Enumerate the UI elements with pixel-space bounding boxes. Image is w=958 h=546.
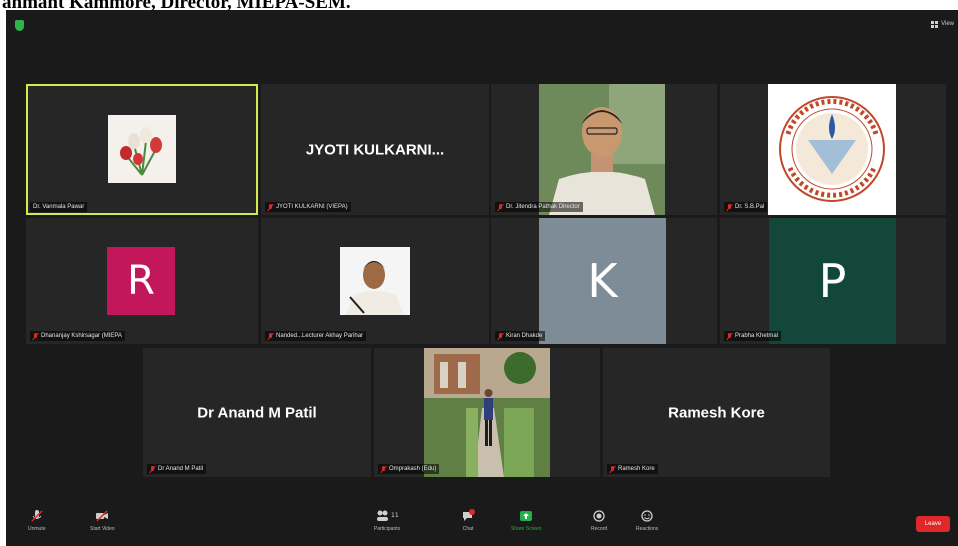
share-screen-label: Share Screen <box>511 526 542 532</box>
participant-tile-dhananjay-kshirsagar[interactable]: R Dhananjay Kshirsagar (MIEPA <box>26 218 258 344</box>
view-button[interactable]: View <box>931 18 954 30</box>
participant-name: Dr. S.B.Pal <box>735 204 765 210</box>
participant-nameplate: Dhananjay Kshirsagar (MIEPA <box>30 331 125 341</box>
participant-nameplate: Omprakash (Edu) <box>378 464 440 474</box>
participant-display-name: Dr Anand M Patil <box>197 404 317 421</box>
man-profile-photo <box>340 247 410 315</box>
participants-button[interactable]: 11 Participants <box>374 509 400 532</box>
participant-tile-kiran-dhakde[interactable]: K Kiran Dhakde <box>491 218 717 344</box>
start-video-label: Start Video <box>90 526 115 532</box>
record-icon <box>592 509 606 523</box>
mic-muted-icon <box>498 332 503 340</box>
video-off-icon <box>95 509 109 523</box>
participant-name: Dr. Jitendra Pathak Director <box>506 204 580 210</box>
unmute-label: Unmute <box>28 526 46 532</box>
participant-nameplate: Ramesh Kore <box>607 464 658 474</box>
participant-tile-anand-patil[interactable]: Dr Anand M Patil Dr Anand M Patil <box>143 348 371 477</box>
participant-tile-ramesh-kore[interactable]: Ramesh Kore Ramesh Kore <box>603 348 830 477</box>
smiley-icon <box>640 509 654 523</box>
chat-icon <box>461 509 475 523</box>
meeting-toolbar: Unmute Start Video 11 Participants Chat … <box>6 506 958 546</box>
view-button-label: View <box>941 21 954 27</box>
participant-name: Kiran Dhakde <box>506 333 543 339</box>
participant-tile-vanmala-pawar[interactable]: Dr. Vanmala Pawar <box>26 84 258 215</box>
avatar: K <box>539 218 666 344</box>
avatar: P <box>769 218 896 344</box>
participant-name: Prabha Khetmal <box>735 333 779 339</box>
mic-muted-icon <box>150 465 155 473</box>
zoom-meeting-window: View Dr. Vanmala Pawar JYOTI KULKARNI...… <box>6 10 958 546</box>
participant-name: Omprakash (Edu) <box>389 466 437 472</box>
flowers-profile-image <box>108 115 176 183</box>
participant-tile-jitendra-pathak[interactable]: Dr. Jitendra Pathak Director <box>491 84 717 215</box>
outdoor-profile-photo <box>424 348 550 477</box>
participant-display-name: Ramesh Kore <box>668 404 765 421</box>
participant-nameplate: Dr. Vanmala Pawar <box>30 202 88 212</box>
participant-tile-jyoti-kulkarni[interactable]: JYOTI KULKARNI... JYOTI KULKARNI (VIEPA) <box>261 84 489 215</box>
participants-icon: 11 <box>375 509 399 523</box>
mic-muted-icon <box>727 332 732 340</box>
participant-name: Dr. Vanmala Pawar <box>33 204 85 210</box>
mic-muted-icon <box>268 332 273 340</box>
participant-name: JYOTI KULKARNI (VIEPA) <box>276 204 348 210</box>
security-shield-icon[interactable] <box>15 20 24 31</box>
participant-name: Dr Anand M Patil <box>158 466 204 472</box>
mic-muted-icon <box>498 203 503 211</box>
institution-logo-image <box>768 84 896 215</box>
participant-tile-akhay-parihar[interactable]: Nanded...Lecturer Akhay Parihar <box>261 218 489 344</box>
participants-count: 11 <box>391 512 399 519</box>
unmute-button[interactable]: Unmute <box>28 509 46 532</box>
reactions-label: Reactions <box>636 526 659 532</box>
participant-tile-omprakash[interactable]: Omprakash (Edu) <box>374 348 600 477</box>
record-label: Record <box>591 526 608 532</box>
participant-name: Dhananjay Kshirsagar (MIEPA <box>41 333 122 339</box>
mic-muted-icon <box>381 465 386 473</box>
participant-nameplate: Prabha Khetmal <box>724 331 782 341</box>
participant-nameplate: Dr Anand M Patil <box>147 464 207 474</box>
chat-label: Chat <box>462 526 474 532</box>
man-profile-photo <box>539 84 665 215</box>
reactions-button[interactable]: Reactions <box>636 509 658 532</box>
gallery-grid-icon <box>931 20 939 28</box>
mic-muted-icon <box>610 465 615 473</box>
participant-nameplate: Dr. Jitendra Pathak Director <box>495 202 583 212</box>
share-screen-icon <box>519 509 533 523</box>
participant-nameplate: Dr. S.B.Pal <box>724 202 768 212</box>
mic-muted-icon <box>727 203 732 211</box>
participants-label: Participants <box>374 526 401 532</box>
microphone-muted-icon <box>30 509 44 523</box>
chat-button[interactable]: Chat <box>461 509 475 532</box>
share-screen-button[interactable]: Share Screen <box>511 509 542 532</box>
participant-tile-sb-pal[interactable]: Dr. S.B.Pal <box>720 84 946 215</box>
participant-tile-prabha-khetmal[interactable]: P Prabha Khetmal <box>720 218 946 344</box>
mic-muted-icon <box>33 332 38 340</box>
participant-display-name: JYOTI KULKARNI... <box>305 141 445 158</box>
participant-name: Nanded...Lecturer Akhay Parihar <box>276 333 364 339</box>
avatar: R <box>107 247 175 315</box>
record-button[interactable]: Record <box>591 509 607 532</box>
mic-muted-icon <box>268 203 273 211</box>
start-video-button[interactable]: Start Video <box>90 509 115 532</box>
participant-nameplate: Nanded...Lecturer Akhay Parihar <box>265 331 367 341</box>
participant-nameplate: Kiran Dhakde <box>495 331 546 341</box>
participant-name: Ramesh Kore <box>618 466 655 472</box>
participant-nameplate: JYOTI KULKARNI (VIEPA) <box>265 202 351 212</box>
leave-button[interactable]: Leave <box>916 516 950 532</box>
